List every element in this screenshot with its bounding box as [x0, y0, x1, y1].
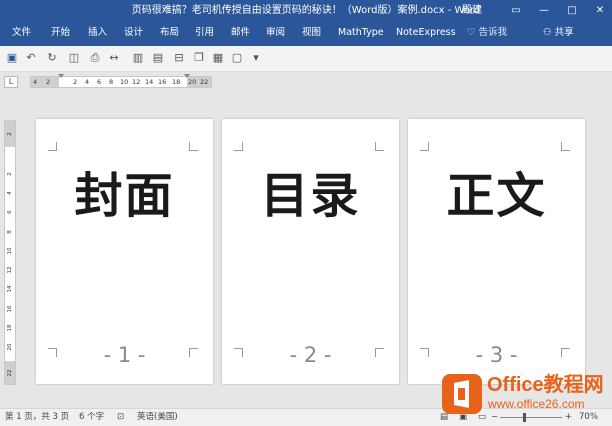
zoom-slider[interactable]: [500, 417, 562, 418]
first-line-indent-marker[interactable]: [58, 74, 64, 78]
page-number: - 3 -: [475, 343, 518, 367]
person-icon: ⚇: [543, 27, 552, 38]
ruler-number: 2: [7, 172, 13, 176]
crop-mark: [48, 142, 57, 151]
tab-file[interactable]: 文件: [12, 22, 31, 44]
language[interactable]: 英语(美国): [137, 409, 178, 426]
ruler-number: 4: [33, 78, 38, 86]
insert-page-icon[interactable]: ▤: [151, 51, 165, 65]
ribbon-tab-bar: 文件 开始 插入 设计 布局 引用 邮件 审阅 视图 MathType Note…: [0, 22, 612, 46]
tab-references[interactable]: 引用: [195, 22, 214, 44]
crop-mark: [420, 142, 429, 151]
ruler-number: 6: [7, 210, 13, 214]
multiple-pages-icon[interactable]: ▦: [211, 51, 225, 65]
page-break-icon[interactable]: ⊟: [172, 51, 186, 65]
ruler-row: L 4 2 2 4 6 8 10 12 14 16 18 20 22: [0, 72, 612, 92]
word-count[interactable]: 6 个字: [79, 409, 104, 426]
page-heading: 正文: [446, 168, 547, 224]
page-number: - 2 -: [289, 343, 332, 367]
tab-mathtype[interactable]: MathType: [338, 22, 384, 44]
office-logo-icon: [442, 374, 482, 414]
tab-stop-selector[interactable]: L: [4, 76, 18, 88]
undo-icon[interactable]: ↶: [24, 51, 38, 65]
ruler-number: 10: [120, 78, 129, 86]
ruler-number: 20: [7, 343, 13, 351]
crop-mark: [561, 142, 570, 151]
page-cover[interactable]: 封面 - 1 -: [36, 119, 213, 384]
page-number: - 1 -: [103, 343, 146, 367]
tab-insert[interactable]: 插入: [88, 22, 107, 44]
crop-mark: [234, 142, 243, 151]
tab-review[interactable]: 审阅: [266, 22, 285, 44]
ruler-number: 8: [7, 230, 13, 234]
page-heading: 目录: [260, 168, 361, 224]
crop-mark: [189, 142, 198, 151]
tab-layout[interactable]: 布局: [160, 22, 179, 44]
ruler-number: 2: [7, 132, 13, 136]
ruler-number: 12: [7, 266, 13, 274]
tab-noteexpress[interactable]: NoteExpress: [396, 22, 456, 44]
user-name[interactable]: 殿建: [462, 0, 482, 22]
share-button[interactable]: ⚇ 共享: [543, 22, 574, 44]
ruler-number: 14: [145, 78, 154, 86]
ribbon-display-icon[interactable]: ▭: [505, 0, 527, 22]
horizontal-ruler[interactable]: 4 2 2 4 6 8 10 12 14 16 18 20 22: [30, 74, 212, 88]
page-width-icon[interactable]: ↔: [107, 51, 121, 65]
columns-icon[interactable]: ▥: [131, 51, 145, 65]
ruler-number: 8: [109, 78, 114, 86]
site-logo: Office教程网 www.office26.com: [441, 373, 612, 417]
copy-format-icon[interactable]: ❐: [192, 51, 206, 65]
maximize-icon[interactable]: □: [561, 0, 583, 22]
page-toc[interactable]: 目录 - 2 -: [222, 119, 399, 384]
tell-me-box[interactable]: ♡ 告诉我: [467, 22, 507, 44]
ruler-number: 2: [46, 78, 51, 86]
ruler-number: 2: [73, 78, 78, 86]
page-body[interactable]: 正文 - 3 -: [408, 119, 585, 384]
redo-icon[interactable]: ↻: [45, 51, 59, 65]
ruler-number: 20: [188, 78, 197, 86]
two-pages-icon[interactable]: ◫: [67, 51, 81, 65]
ruler-number: 6: [97, 78, 102, 86]
ruler-number: 10: [7, 247, 13, 255]
ruler-number: 16: [7, 305, 13, 313]
tab-home[interactable]: 开始: [51, 22, 70, 44]
ruler-number: 4: [7, 191, 13, 195]
tell-me-label: 告诉我: [478, 27, 508, 38]
share-label: 共享: [554, 27, 574, 38]
tab-mailings[interactable]: 邮件: [231, 22, 250, 44]
page-heading: 封面: [74, 168, 175, 224]
ruler-number: 22: [200, 78, 209, 86]
lightbulb-icon: ♡: [467, 27, 476, 38]
ruler-number: 16: [158, 78, 167, 86]
ruler-number: 12: [132, 78, 141, 86]
customize-icon[interactable]: ▾: [249, 51, 263, 65]
page-setup-icon[interactable]: ▢: [230, 51, 244, 65]
ruler-number: 22: [7, 369, 13, 377]
ruler-number: 4: [85, 78, 90, 86]
save-icon[interactable]: ▣: [5, 51, 19, 65]
page-count[interactable]: 第 1 页，共 3 页: [5, 409, 69, 426]
tab-view[interactable]: 视图: [302, 22, 321, 44]
ruler-number: 14: [7, 285, 13, 293]
ruler-number: 18: [172, 78, 181, 86]
vertical-ruler[interactable]: 2 2 4 6 8 10 12 14 16 18 20 22: [4, 120, 16, 385]
quick-access-toolbar: ▣ ↶ ↻ ◫ ⎙ ↔ ▥ ▤ ⊟ ❐ ▦ ▢ ▾: [0, 46, 612, 72]
logo-name: Office教程网: [487, 374, 604, 396]
crop-mark: [375, 142, 384, 151]
title-bar: 页码很难搞？老司机传授自由设置页码的秘诀！（Word版）案例.docx - Wo…: [0, 0, 612, 22]
print-preview-icon[interactable]: ⎙: [88, 51, 102, 65]
minimize-icon[interactable]: —: [533, 0, 555, 22]
right-indent-marker[interactable]: [184, 74, 190, 78]
tab-design[interactable]: 设计: [124, 22, 143, 44]
close-icon[interactable]: ✕: [589, 0, 611, 22]
proofing-icon[interactable]: ⊡: [117, 409, 124, 426]
ruler-number: 18: [7, 324, 13, 332]
logo-url: www.office26.com: [488, 397, 585, 411]
